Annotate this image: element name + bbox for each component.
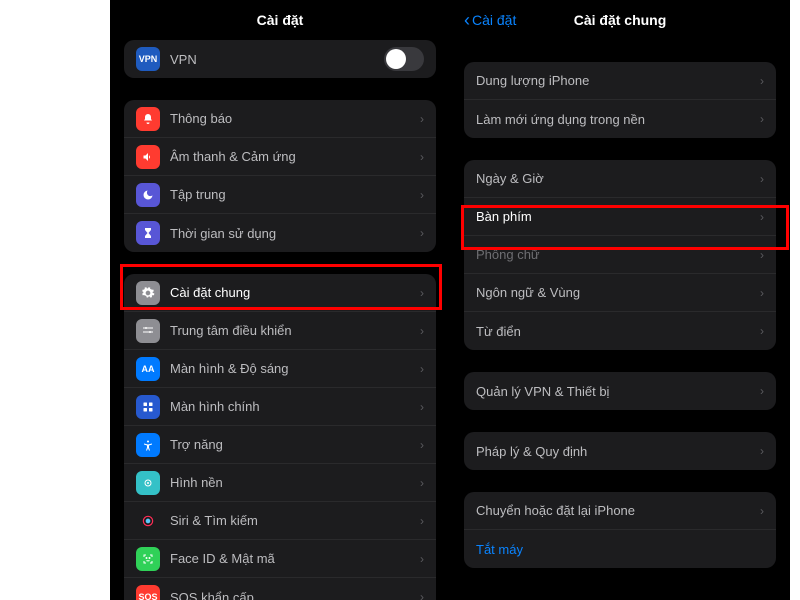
row-label: SOS khẩn cấp bbox=[170, 590, 420, 600]
sos-icon: SOS bbox=[136, 585, 160, 600]
row-transfer-reset[interactable]: Chuyển hoặc đặt lại iPhone › bbox=[464, 492, 776, 530]
sliders-icon bbox=[136, 319, 160, 343]
chevron-right-icon: › bbox=[760, 74, 764, 88]
row-label: Thông báo bbox=[170, 111, 420, 126]
row-vpn-device[interactable]: Quản lý VPN & Thiết bị › bbox=[464, 372, 776, 410]
row-control-center[interactable]: Trung tâm điều khiển › bbox=[124, 312, 436, 350]
chevron-right-icon: › bbox=[760, 444, 764, 458]
row-label: Quản lý VPN & Thiết bị bbox=[476, 384, 760, 399]
row-label: Dung lượng iPhone bbox=[476, 73, 760, 88]
vpn-toggle[interactable] bbox=[384, 47, 424, 71]
nav-title: Cài đặt chung bbox=[574, 12, 667, 28]
row-label: Màn hình & Độ sáng bbox=[170, 361, 420, 376]
chevron-right-icon: › bbox=[420, 438, 424, 452]
vpn-icon: VPN bbox=[136, 47, 160, 71]
accessibility-icon bbox=[136, 433, 160, 457]
chevron-right-icon: › bbox=[420, 362, 424, 376]
hourglass-icon bbox=[136, 221, 160, 245]
row-label: Trung tâm điều khiển bbox=[170, 323, 420, 338]
chevron-right-icon: › bbox=[760, 324, 764, 338]
row-label: Hình nền bbox=[170, 475, 420, 490]
row-label: Âm thanh & Cảm ứng bbox=[170, 149, 420, 164]
row-focus[interactable]: Tập trung › bbox=[124, 176, 436, 214]
row-label: Bàn phím bbox=[476, 209, 760, 224]
row-legal[interactable]: Pháp lý & Quy định › bbox=[464, 432, 776, 470]
general-screen-right: ‹ Cài đặt Cài đặt chung Dung lượng iPhon… bbox=[450, 0, 790, 600]
row-display[interactable]: AA Màn hình & Độ sáng › bbox=[124, 350, 436, 388]
row-siri[interactable]: Siri & Tìm kiếm › bbox=[124, 502, 436, 540]
bell-icon bbox=[136, 107, 160, 131]
row-label: Từ điển bbox=[476, 324, 760, 339]
chevron-right-icon: › bbox=[760, 210, 764, 224]
row-screentime[interactable]: Thời gian sử dụng › bbox=[124, 214, 436, 252]
row-label: Chuyển hoặc đặt lại iPhone bbox=[476, 503, 760, 518]
chevron-right-icon: › bbox=[760, 112, 764, 126]
row-label: Làm mới ứng dụng trong nền bbox=[476, 112, 760, 127]
chevron-right-icon: › bbox=[760, 504, 764, 518]
row-label: Cài đặt chung bbox=[170, 285, 420, 300]
row-dictionary[interactable]: Từ điển › bbox=[464, 312, 776, 350]
row-sound[interactable]: Âm thanh & Cảm ứng › bbox=[124, 138, 436, 176]
row-label: Ngày & Giờ bbox=[476, 171, 760, 186]
chevron-right-icon: › bbox=[760, 172, 764, 186]
nav-title: Cài đặt bbox=[257, 12, 304, 28]
row-label: Tắt máy bbox=[476, 542, 764, 557]
chevron-right-icon: › bbox=[420, 112, 424, 126]
chevron-right-icon: › bbox=[760, 248, 764, 262]
chevron-right-icon: › bbox=[420, 226, 424, 240]
siri-icon bbox=[136, 509, 160, 533]
row-label: VPN bbox=[170, 52, 384, 67]
chevron-right-icon: › bbox=[420, 476, 424, 490]
row-label: Ngôn ngữ & Vùng bbox=[476, 285, 760, 300]
chevron-right-icon: › bbox=[760, 384, 764, 398]
chevron-right-icon: › bbox=[420, 552, 424, 566]
chevron-right-icon: › bbox=[420, 188, 424, 202]
row-wallpaper[interactable]: Hình nền › bbox=[124, 464, 436, 502]
chevron-right-icon: › bbox=[420, 150, 424, 164]
row-homescreen[interactable]: Màn hình chính › bbox=[124, 388, 436, 426]
gear-icon bbox=[136, 281, 160, 305]
settings-screen-left: Cài đặt VPN VPN Thông báo › Âm thanh & bbox=[110, 0, 450, 600]
chevron-right-icon: › bbox=[420, 324, 424, 338]
row-faceid[interactable]: Face ID & Mật mã › bbox=[124, 540, 436, 578]
row-shutdown[interactable]: Tắt máy bbox=[464, 530, 776, 568]
row-fonts[interactable]: Phông chữ › bbox=[464, 236, 776, 274]
chevron-right-icon: › bbox=[420, 590, 424, 600]
sound-icon bbox=[136, 145, 160, 169]
row-sos[interactable]: SOS SOS khẩn cấp › bbox=[124, 578, 436, 600]
settings-list-left: VPN VPN Thông báo › Âm thanh & Cảm ứng › bbox=[110, 40, 450, 600]
back-label: Cài đặt bbox=[472, 12, 516, 28]
row-vpn[interactable]: VPN VPN bbox=[124, 40, 436, 78]
chevron-left-icon: ‹ bbox=[464, 10, 470, 31]
row-accessibility[interactable]: Trợ năng › bbox=[124, 426, 436, 464]
row-datetime[interactable]: Ngày & Giờ › bbox=[464, 160, 776, 198]
chevron-right-icon: › bbox=[760, 286, 764, 300]
row-label: Face ID & Mật mã bbox=[170, 551, 420, 566]
moon-icon bbox=[136, 183, 160, 207]
display-icon: AA bbox=[136, 357, 160, 381]
chevron-right-icon: › bbox=[420, 400, 424, 414]
row-keyboard[interactable]: Bàn phím › bbox=[464, 198, 776, 236]
row-notifications[interactable]: Thông báo › bbox=[124, 100, 436, 138]
row-storage[interactable]: Dung lượng iPhone › bbox=[464, 62, 776, 100]
row-bg-refresh[interactable]: Làm mới ứng dụng trong nền › bbox=[464, 100, 776, 138]
chevron-right-icon: › bbox=[420, 286, 424, 300]
general-list: Dung lượng iPhone › Làm mới ứng dụng tro… bbox=[450, 40, 790, 568]
row-label: Pháp lý & Quy định bbox=[476, 444, 760, 459]
row-language[interactable]: Ngôn ngữ & Vùng › bbox=[464, 274, 776, 312]
faceid-icon bbox=[136, 547, 160, 571]
row-label: Siri & Tìm kiếm bbox=[170, 513, 420, 528]
row-label: Tập trung bbox=[170, 187, 420, 202]
back-button[interactable]: ‹ Cài đặt bbox=[464, 10, 516, 31]
chevron-right-icon: › bbox=[420, 514, 424, 528]
wallpaper-icon bbox=[136, 471, 160, 495]
row-general[interactable]: Cài đặt chung › bbox=[124, 274, 436, 312]
nav-bar: Cài đặt bbox=[110, 0, 450, 40]
row-label: Thời gian sử dụng bbox=[170, 226, 420, 241]
row-label: Trợ năng bbox=[170, 437, 420, 452]
row-label: Màn hình chính bbox=[170, 399, 420, 414]
row-label: Phông chữ bbox=[476, 247, 760, 262]
nav-bar: ‹ Cài đặt Cài đặt chung bbox=[450, 0, 790, 40]
grid-icon bbox=[136, 395, 160, 419]
